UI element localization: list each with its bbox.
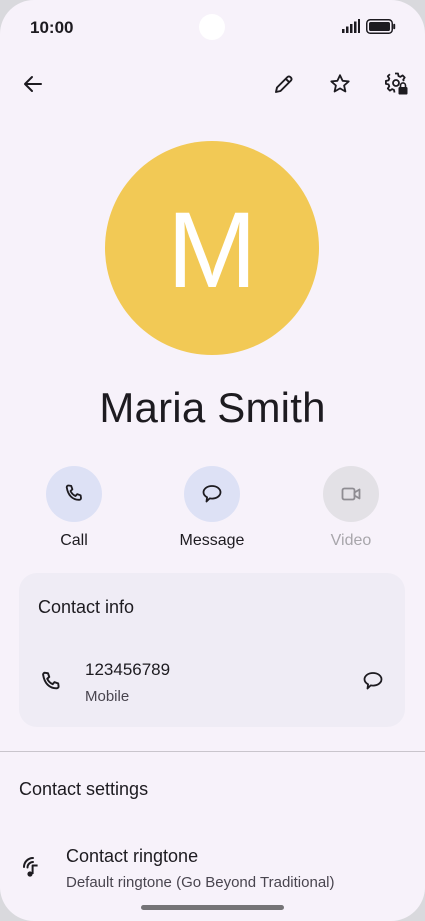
call-label: Call (60, 532, 88, 549)
section-divider (0, 751, 425, 752)
top-app-bar (0, 62, 425, 106)
call-button[interactable] (46, 466, 102, 522)
message-action[interactable]: Message (152, 466, 272, 550)
status-time: 10:00 (30, 18, 74, 37)
gear-lock-icon (385, 72, 408, 95)
camera-cutout (199, 14, 225, 40)
contact-info-card: Contact info 123456789 Mobile (19, 573, 405, 727)
signal-icon (342, 19, 360, 33)
phone-number-row[interactable]: 123456789 Mobile (19, 651, 405, 711)
home-indicator[interactable] (141, 905, 284, 910)
phone-type: Mobile (85, 688, 130, 705)
ringtone-icon (23, 857, 38, 877)
status-bar: 10:00 (0, 0, 425, 54)
battery-icon (366, 19, 396, 34)
contact-avatar: M (105, 141, 319, 355)
avatar-letter: M (167, 189, 257, 310)
phone-icon (42, 671, 60, 690)
chat-bubble-icon (363, 672, 383, 690)
phone-icon (65, 484, 82, 501)
message-label: Message (179, 532, 245, 549)
videocam-icon (341, 487, 361, 501)
video-label: Video (330, 532, 372, 549)
contact-ringtone-value: Default ringtone (Go Beyond Traditional) (66, 874, 335, 891)
video-action[interactable]: Video (291, 466, 411, 550)
contact-settings-button[interactable] (377, 64, 417, 104)
phone-number: 123456789 (85, 660, 171, 679)
arrow-left-icon (24, 76, 42, 92)
back-button[interactable] (13, 64, 53, 104)
contact-ringtone-row[interactable]: Contact ringtone Default ringtone (Go Be… (0, 838, 425, 898)
message-button[interactable] (184, 466, 240, 522)
favorite-button[interactable] (320, 64, 360, 104)
edit-button[interactable] (264, 64, 304, 104)
video-button[interactable] (323, 466, 379, 522)
contact-settings-title: Contact settings (19, 779, 149, 799)
contact-info-title: Contact info (38, 597, 135, 617)
star-outline-icon (330, 74, 350, 93)
pencil-icon (275, 75, 293, 93)
send-message-button[interactable] (353, 661, 393, 701)
call-action[interactable]: Call (14, 466, 134, 550)
chat-bubble-icon (202, 485, 222, 503)
contact-ringtone-title: Contact ringtone (66, 846, 199, 866)
contact-details-screen: 10:00 M Maria Smith Call Message Video C… (0, 0, 425, 921)
contact-name: Maria Smith (99, 384, 326, 431)
